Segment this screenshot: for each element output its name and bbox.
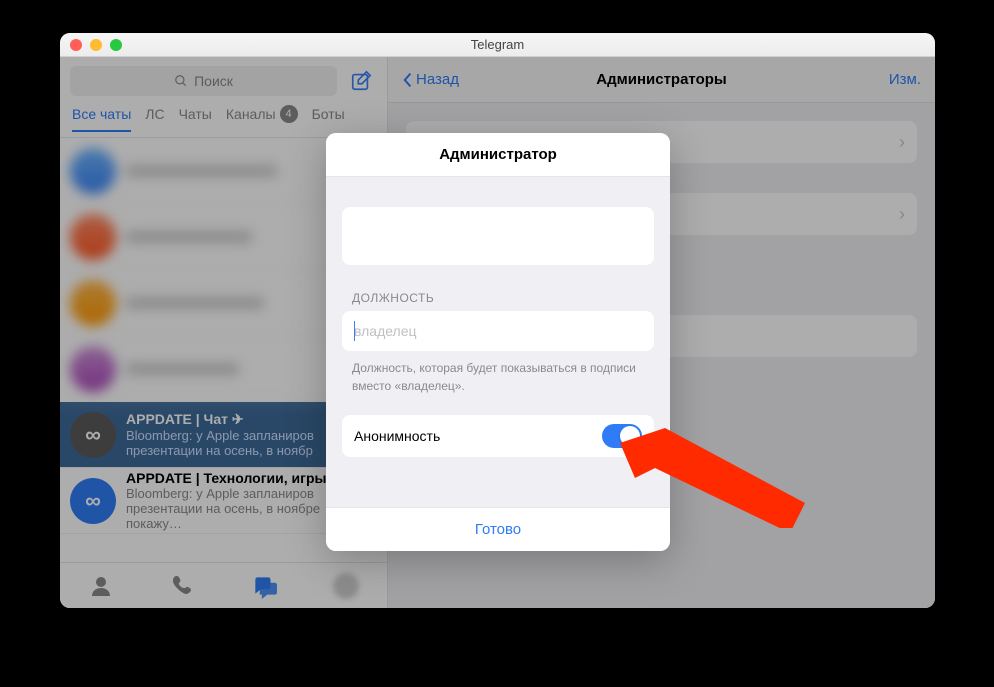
anonymity-toggle[interactable]: [602, 424, 642, 448]
anonymity-row[interactable]: Анонимность: [342, 415, 654, 457]
toggle-knob: [620, 426, 640, 446]
admin-user-box: [342, 207, 654, 265]
position-label: ДОЛЖНОСТЬ: [342, 291, 654, 305]
modal-title: Администратор: [326, 133, 670, 177]
text-caret: [354, 321, 355, 341]
admin-modal: Администратор ДОЛЖНОСТЬ Должность, котор…: [326, 133, 670, 551]
done-button[interactable]: Готово: [326, 507, 670, 551]
position-input[interactable]: [342, 311, 654, 351]
titlebar: Telegram: [60, 33, 935, 57]
position-help: Должность, которая будет показываться в …: [342, 351, 654, 415]
anonymity-label: Анонимность: [354, 428, 440, 444]
window-title: Telegram: [60, 37, 935, 52]
